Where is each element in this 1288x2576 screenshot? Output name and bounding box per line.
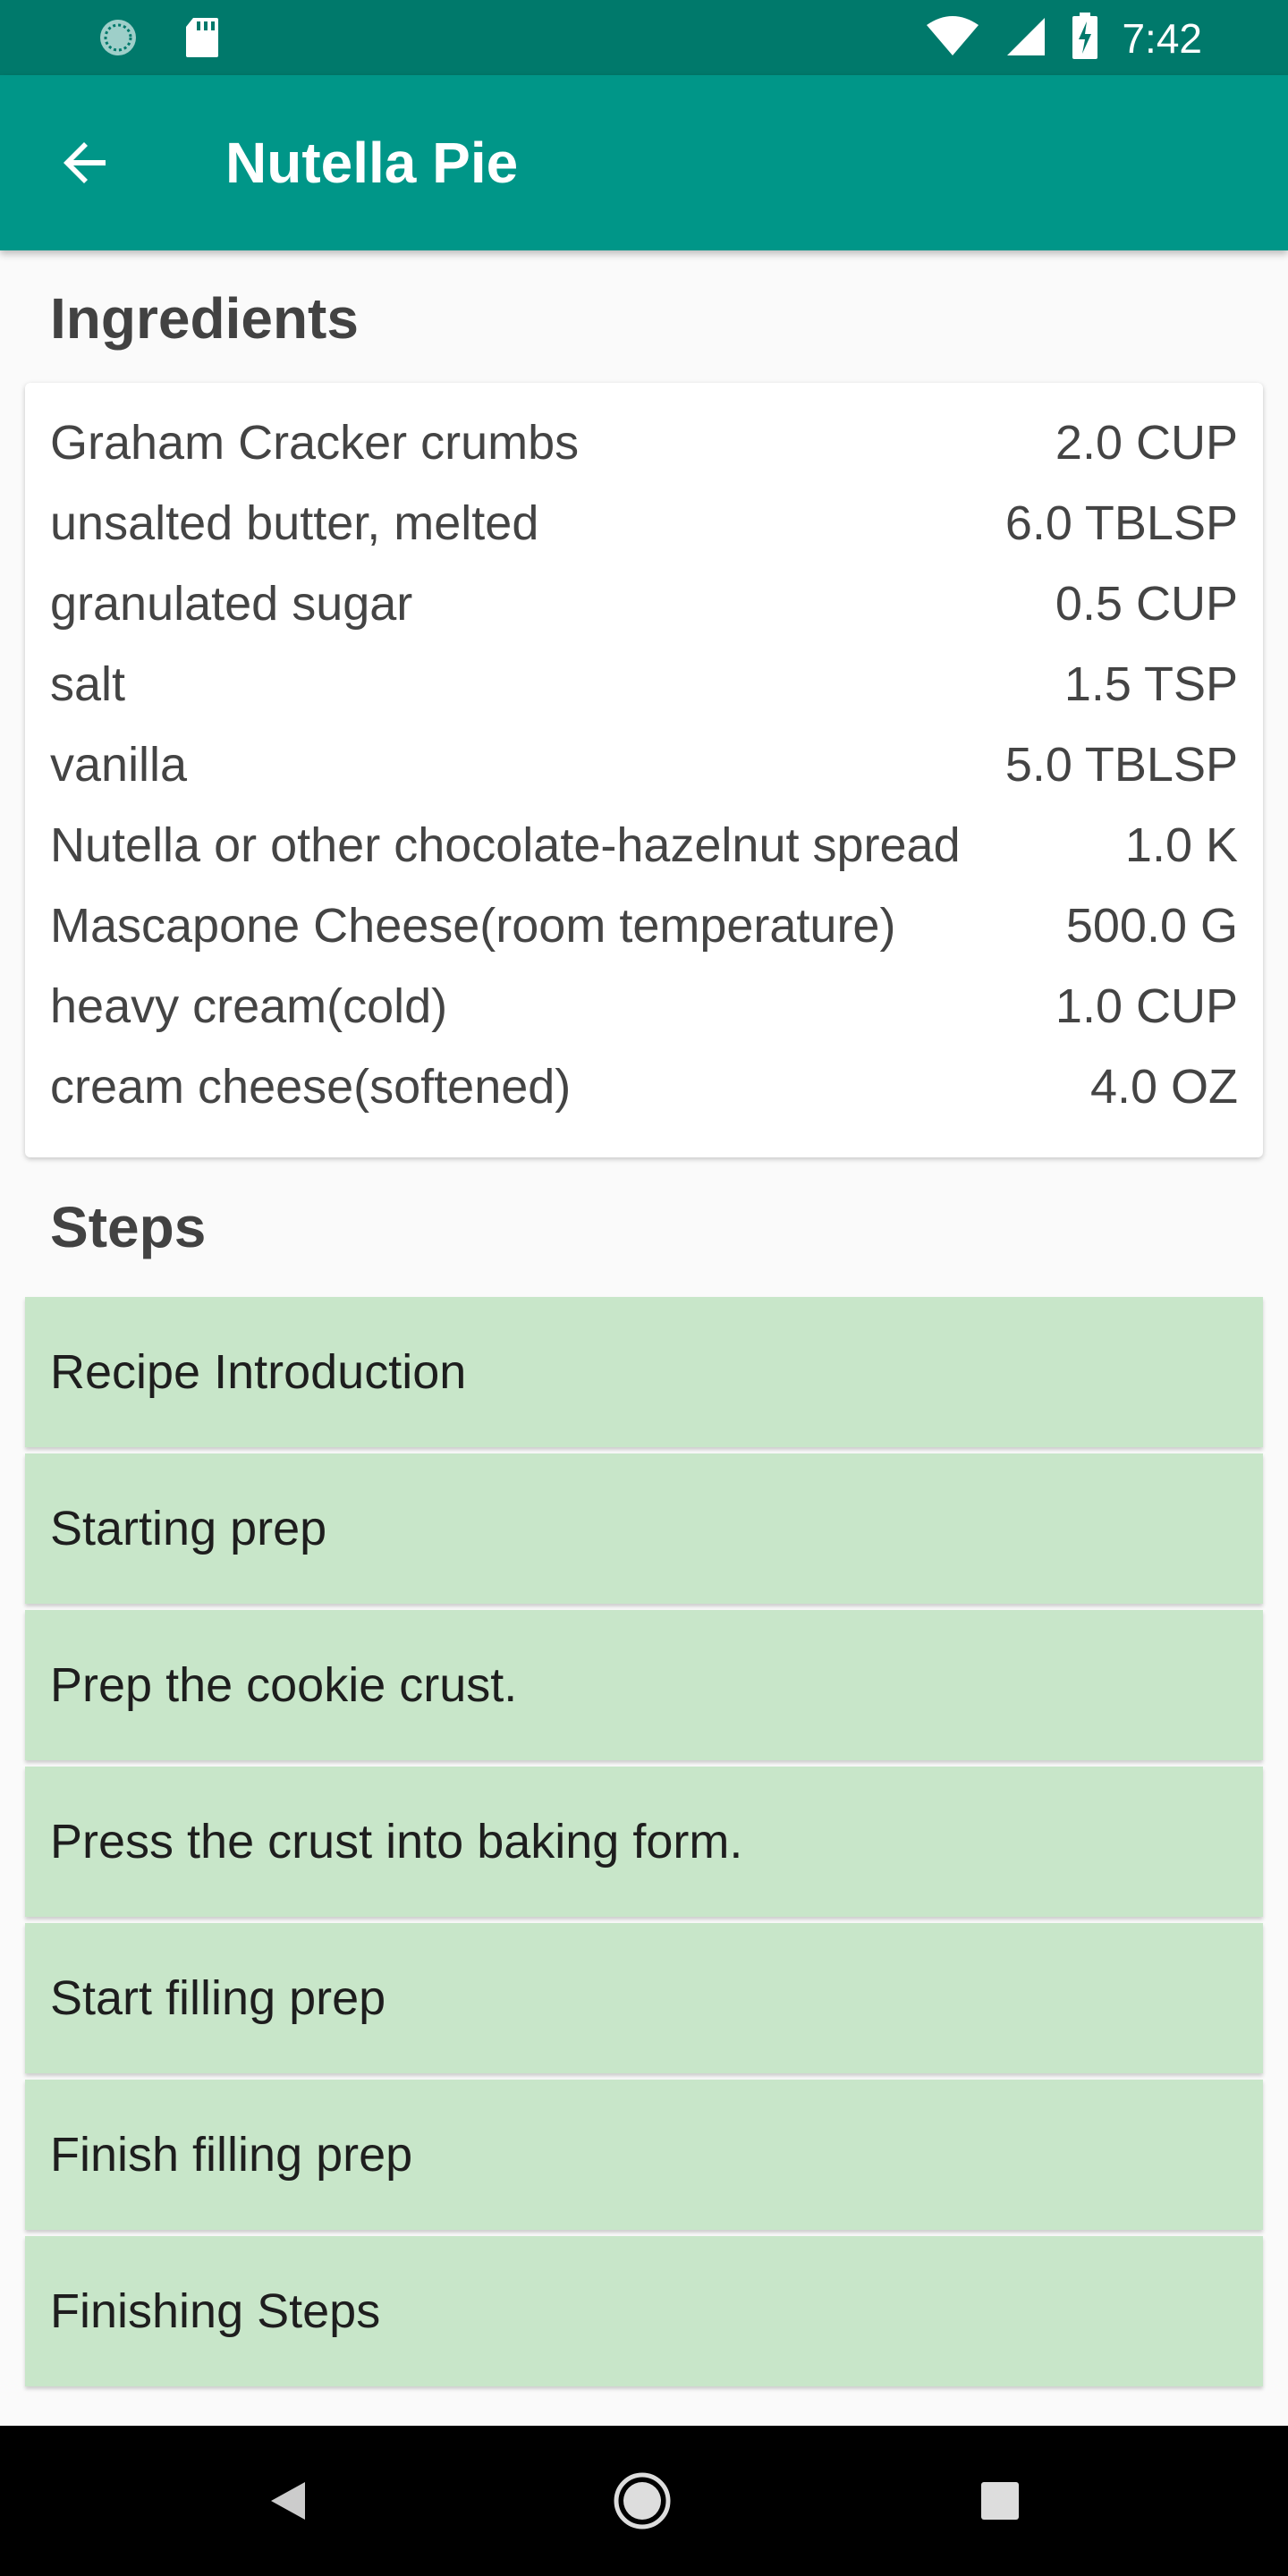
ingredient-row: vanilla 5.0 TBLSP <box>50 724 1263 805</box>
back-button[interactable] <box>50 127 122 199</box>
status-bar: 7:42 <box>0 0 1288 75</box>
nav-recents-button[interactable] <box>964 2465 1036 2537</box>
home-circle-icon <box>614 2472 671 2529</box>
sd-card-icon <box>184 16 220 64</box>
step-label: Start filling prep <box>50 1971 386 2025</box>
wifi-icon <box>925 14 980 62</box>
ingredient-row: heavy cream(cold) 1.0 CUP <box>50 966 1263 1046</box>
ingredient-row: granulated sugar 0.5 CUP <box>50 564 1263 644</box>
ingredient-name: Mascapone Cheese(room temperature) <box>50 899 896 953</box>
page-title: Nutella Pie <box>225 131 519 195</box>
nav-back-button[interactable] <box>252 2465 324 2537</box>
step-item-starting-prep[interactable]: Starting prep <box>25 1453 1263 1604</box>
step-item-finishing-steps[interactable]: Finishing Steps <box>25 2236 1263 2386</box>
ingredient-quantity: 1.0 CUP <box>1055 979 1238 1033</box>
arrow-left-icon <box>64 142 106 183</box>
ingredient-row: Mascapone Cheese(room temperature) 500.0… <box>50 886 1263 966</box>
status-time: 7:42 <box>1122 14 1202 62</box>
app-bar: Nutella Pie <box>0 75 1288 250</box>
ingredient-quantity: 500.0 G <box>1065 899 1238 953</box>
step-item-recipe-introduction[interactable]: Recipe Introduction <box>25 1297 1263 1447</box>
signal-icon <box>1004 14 1048 62</box>
ingredient-name: Nutella or other chocolate-hazelnut spre… <box>50 818 961 872</box>
ingredient-row: cream cheese(softened) 4.0 OZ <box>50 1046 1263 1127</box>
step-label: Starting prep <box>50 1502 327 1555</box>
step-label: Finishing Steps <box>50 2284 381 2338</box>
step-item-prep-cookie-crust[interactable]: Prep the cookie crust. <box>25 1610 1263 1760</box>
ingredient-quantity: 1.0 K <box>1124 818 1238 872</box>
system-navigation-bar <box>0 2426 1288 2576</box>
ingredient-row: Nutella or other chocolate-hazelnut spre… <box>50 805 1263 886</box>
ingredients-heading: Ingredients <box>50 286 359 351</box>
sync-icon <box>97 16 140 64</box>
step-label: Press the crust into baking form. <box>50 1815 743 1868</box>
ingredient-quantity: 5.0 TBLSP <box>1004 738 1238 792</box>
steps-list: Recipe Introduction Starting prep Prep t… <box>25 1297 1263 2393</box>
step-label: Recipe Introduction <box>50 1345 467 1399</box>
step-item-press-crust[interactable]: Press the crust into baking form. <box>25 1767 1263 1917</box>
ingredient-name: cream cheese(softened) <box>50 1060 572 1114</box>
ingredient-quantity: 6.0 TBLSP <box>1004 496 1238 550</box>
ingredient-name: granulated sugar <box>50 577 413 631</box>
back-triangle-icon <box>271 2482 305 2520</box>
ingredients-card: Graham Cracker crumbs 2.0 CUP unsalted b… <box>25 383 1263 1157</box>
battery-charging-icon <box>1072 13 1098 64</box>
ingredient-row: Graham Cracker crumbs 2.0 CUP <box>50 402 1263 483</box>
ingredient-row: unsalted butter, melted 6.0 TBLSP <box>50 483 1263 564</box>
ingredient-row: salt 1.5 TSP <box>50 644 1263 724</box>
step-label: Prep the cookie crust. <box>50 1658 518 1712</box>
step-item-finish-filling-prep[interactable]: Finish filling prep <box>25 2080 1263 2230</box>
ingredient-name: Graham Cracker crumbs <box>50 416 580 470</box>
steps-heading: Steps <box>50 1195 207 1259</box>
ingredient-quantity: 1.5 TSP <box>1063 657 1238 711</box>
recents-square-icon <box>981 2482 1019 2520</box>
ingredient-name: salt <box>50 657 126 711</box>
ingredient-quantity: 2.0 CUP <box>1055 416 1238 470</box>
ingredient-name: vanilla <box>50 738 188 792</box>
ingredient-name: unsalted butter, melted <box>50 496 539 550</box>
ingredient-quantity: 0.5 CUP <box>1055 577 1238 631</box>
step-item-start-filling-prep[interactable]: Start filling prep <box>25 1923 1263 2073</box>
ingredient-quantity: 4.0 OZ <box>1089 1060 1238 1114</box>
step-label: Finish filling prep <box>50 2128 413 2182</box>
ingredient-name: heavy cream(cold) <box>50 979 448 1033</box>
nav-home-button[interactable] <box>606 2465 678 2537</box>
